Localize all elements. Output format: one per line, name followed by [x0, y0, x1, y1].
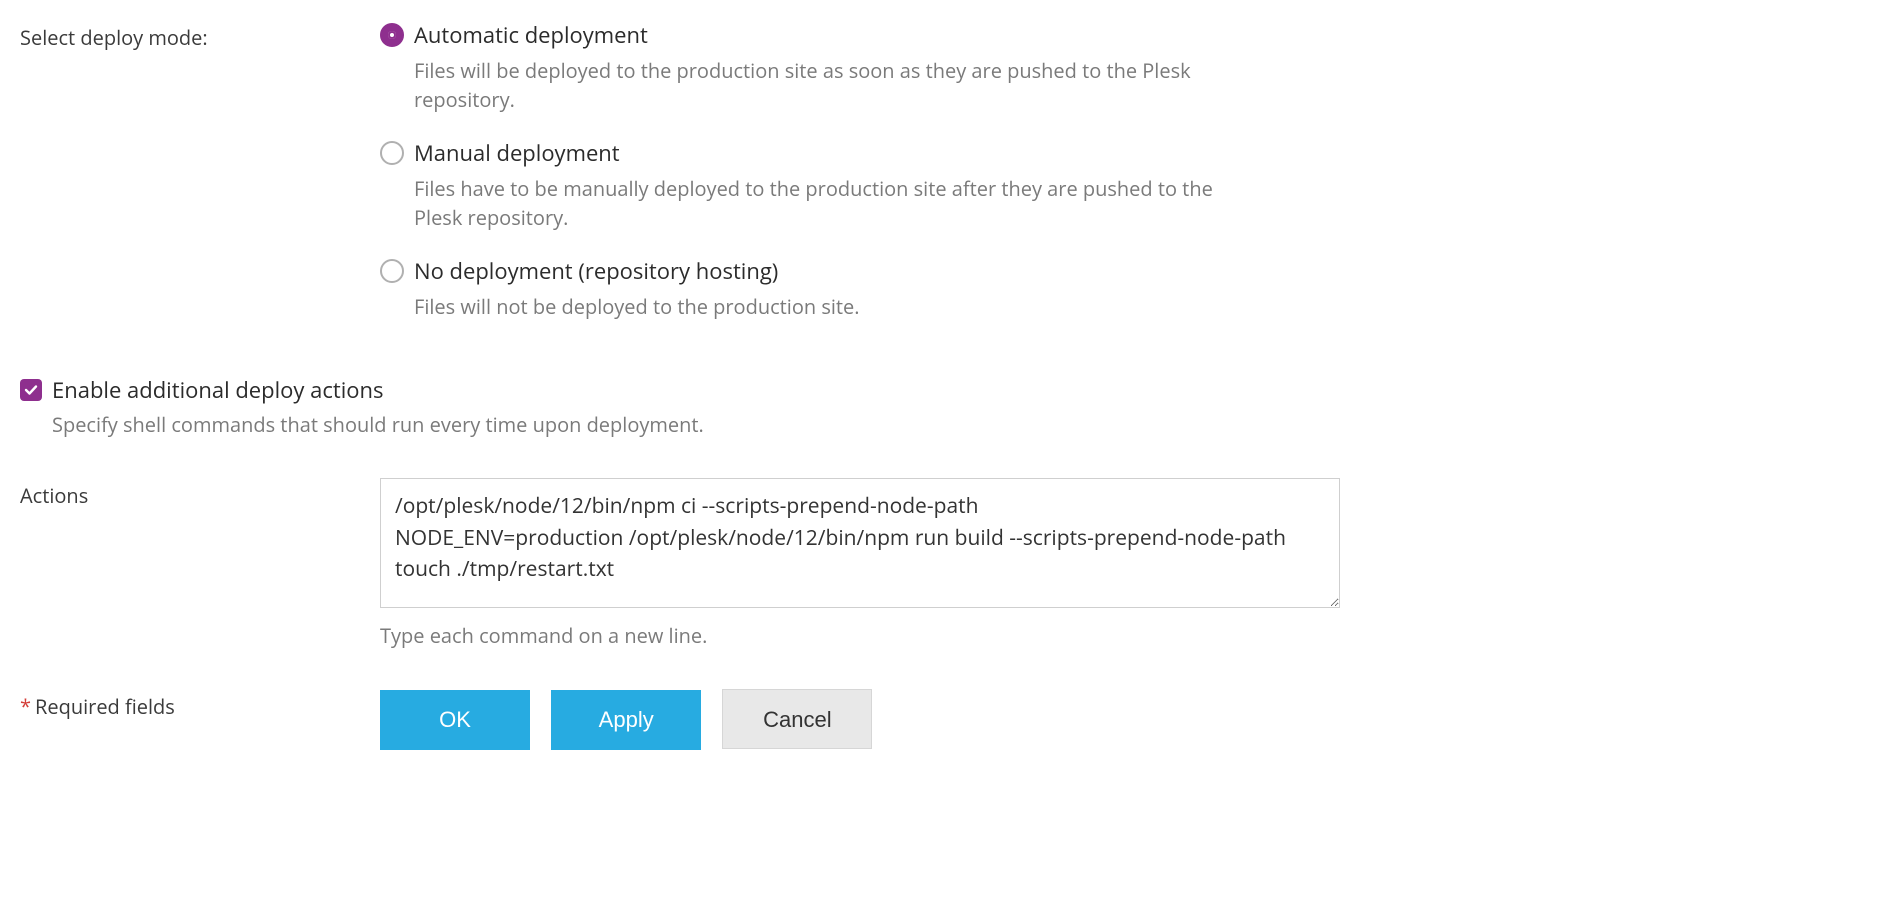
deploy-actions-checkbox-desc: Specify shell commands that should run e… [52, 411, 1862, 438]
actions-label: Actions [20, 478, 380, 509]
deploy-mode-option-title: Manual deployment [414, 138, 620, 168]
actions-section: Actions Type each command on a new line. [20, 478, 1862, 649]
deploy-mode-option-desc: Files will not be deployed to the produc… [414, 292, 1234, 321]
required-fields-note: *Required fields [20, 689, 380, 720]
deploy-actions-checkbox-section: Enable additional deploy actions Specify… [20, 375, 1862, 438]
deploy-mode-label: Select deploy mode: [20, 20, 380, 51]
deploy-mode-option-title: Automatic deployment [414, 20, 648, 50]
apply-button[interactable]: Apply [551, 690, 701, 750]
deploy-mode-section: Select deploy mode: Automatic deployment… [20, 20, 1862, 345]
deploy-actions-checkbox-row[interactable]: Enable additional deploy actions [20, 375, 1862, 405]
deploy-actions-checkbox-label: Enable additional deploy actions [52, 375, 384, 405]
deploy-mode-option-desc: Files have to be manually deployed to th… [414, 174, 1234, 232]
radio-unselected-icon[interactable] [380, 141, 404, 165]
cancel-button[interactable]: Cancel [722, 689, 872, 749]
deploy-mode-option-manual[interactable]: Manual deployment Files have to be manua… [380, 138, 1340, 232]
deploy-mode-options: Automatic deployment Files will be deplo… [380, 20, 1340, 345]
actions-hint: Type each command on a new line. [380, 622, 1340, 649]
required-fields-text: Required fields [35, 693, 175, 720]
form-footer: *Required fields OK Apply Cancel [20, 689, 1862, 750]
deploy-mode-option-none[interactable]: No deployment (repository hosting) Files… [380, 256, 1340, 321]
deploy-mode-option-title: No deployment (repository hosting) [414, 256, 778, 286]
radio-selected-icon[interactable] [380, 23, 404, 47]
ok-button[interactable]: OK [380, 690, 530, 750]
actions-textarea[interactable] [380, 478, 1340, 608]
deploy-mode-option-automatic[interactable]: Automatic deployment Files will be deplo… [380, 20, 1340, 114]
required-star-icon: * [20, 693, 31, 720]
checkbox-checked-icon[interactable] [20, 379, 42, 401]
deploy-mode-option-desc: Files will be deployed to the production… [414, 56, 1234, 114]
radio-unselected-icon[interactable] [380, 259, 404, 283]
